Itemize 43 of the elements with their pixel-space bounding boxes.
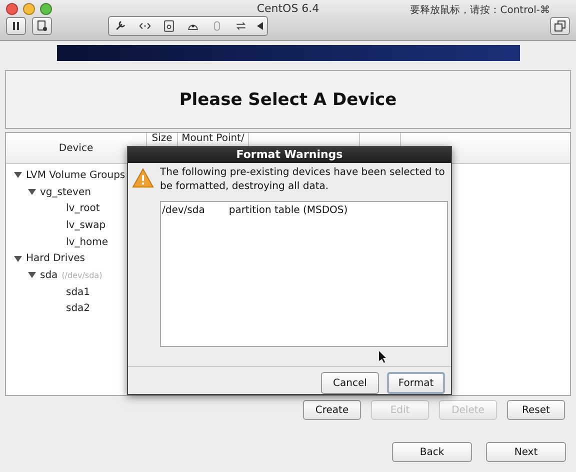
column-header[interactable]: Device: [58, 142, 94, 154]
column-header[interactable]: Size: [152, 133, 172, 144]
dialog-button[interactable]: Cancel: [321, 372, 379, 394]
warning-icon: [132, 168, 154, 188]
wrench-icon: [114, 19, 128, 33]
zoom-button[interactable]: [40, 3, 52, 15]
snapshot-button[interactable]: [32, 17, 52, 35]
page-heading: Please Select A Device: [179, 90, 397, 110]
expander-icon[interactable]: [28, 272, 36, 278]
pause-button[interactable]: [6, 17, 26, 35]
expander-icon[interactable]: [14, 256, 22, 262]
expander-icon[interactable]: [28, 189, 36, 196]
windows-icon: [554, 20, 566, 32]
nav-button[interactable]: Next: [486, 442, 566, 462]
tree-item[interactable]: LVM Volume Groups: [26, 170, 126, 181]
tree-item[interactable]: sda: [40, 270, 58, 281]
release-hint: 要释放鼠标，请按：Control-⌘: [410, 4, 550, 17]
action-button[interactable]: Create: [303, 400, 361, 420]
tree-item[interactable]: lv_swap: [66, 220, 106, 231]
device-description: partition table (MSDOS): [228, 204, 348, 216]
tree-item[interactable]: lv_root: [66, 203, 100, 214]
expander-icon[interactable]: [14, 172, 22, 178]
nav-button[interactable]: Back: [392, 442, 472, 462]
cursor-icon: [379, 351, 387, 363]
dialog-title: Format Warnings: [236, 148, 343, 162]
document-icon: [36, 20, 48, 32]
close-button[interactable]: [6, 3, 18, 15]
pause-icon: [11, 21, 21, 31]
fullscreen-button[interactable]: [550, 17, 570, 35]
action-button[interactable]: Reset: [507, 400, 565, 420]
tree-item[interactable]: Hard Drives: [26, 253, 85, 264]
tree-item[interactable]: sda1: [66, 286, 90, 298]
minimize-button[interactable]: [23, 3, 35, 15]
device-path: (/dev/sda): [62, 270, 102, 280]
caret-icon: [257, 22, 263, 30]
dialog-button[interactable]: Format: [387, 372, 445, 394]
tree-item[interactable]: sda2: [66, 303, 90, 314]
device-name: /dev/sda: [162, 204, 205, 216]
column-header[interactable]: Mount Point/: [182, 133, 244, 144]
window-title: CentOS 6.4: [256, 2, 320, 15]
dialog-message: The following pre-existing devices have been selected to be formatted, destroying all data.: [160, 166, 445, 194]
tree-item[interactable]: vg_steven: [40, 186, 91, 198]
tree-item[interactable]: lv_home: [66, 236, 108, 248]
